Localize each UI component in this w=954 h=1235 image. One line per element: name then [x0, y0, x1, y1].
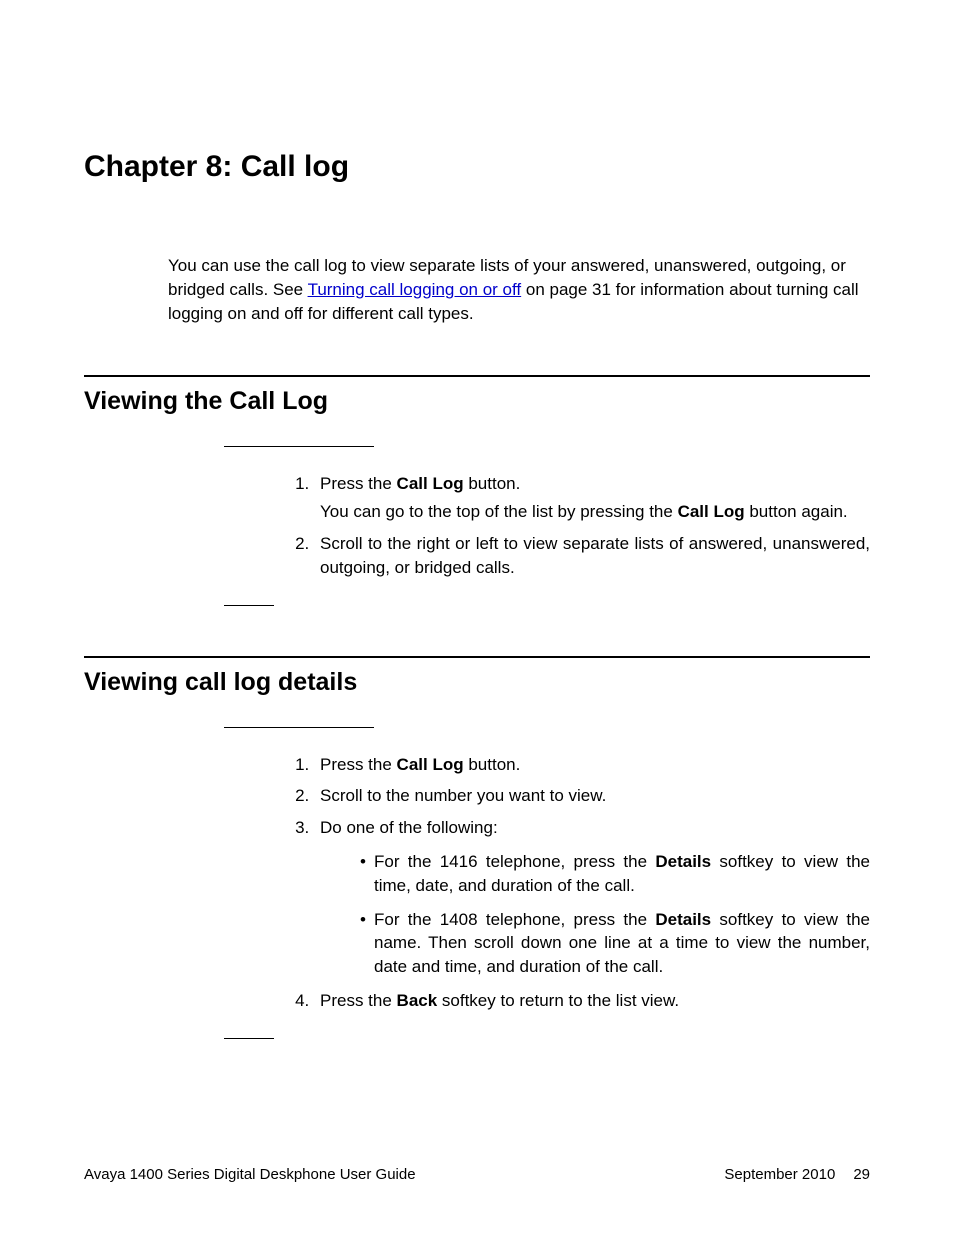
bullet-text: For the 1408 telephone, press the — [374, 910, 655, 929]
procedure-rule-bottom — [224, 1038, 274, 1039]
step-text: button. — [464, 755, 521, 774]
bold-details: Details — [655, 910, 711, 929]
step-2: Scroll to the number you want to view. — [314, 784, 870, 808]
step-text: Press the — [320, 474, 397, 493]
bold-details: Details — [655, 852, 711, 871]
chapter-title: Chapter 8: Call log — [84, 150, 870, 184]
bullet-item: For the 1408 telephone, press the Detail… — [360, 908, 870, 979]
footer-doc-title: Avaya 1400 Series Digital Deskphone User… — [84, 1166, 416, 1183]
step-4: Press the Back softkey to return to the … — [314, 989, 870, 1013]
procedure-rule-bottom — [224, 605, 274, 606]
step-1: Press the Call Log button. You can go to… — [314, 472, 870, 524]
step-text: Press the — [320, 755, 397, 774]
procedure-rule-top — [224, 446, 374, 447]
step-text: button. — [464, 474, 521, 493]
section-title-viewing-details: Viewing call log details — [84, 668, 870, 697]
procedure-rule-top — [224, 727, 374, 728]
bullet-item: For the 1416 telephone, press the Detail… — [360, 850, 870, 898]
step-2: Scroll to the right or left to view sepa… — [314, 532, 870, 580]
intro-paragraph: You can use the call log to view separat… — [168, 254, 870, 325]
bold-call-log: Call Log — [678, 502, 745, 521]
bullet-list: For the 1416 telephone, press the Detail… — [320, 850, 870, 979]
step-1: Press the Call Log button. — [314, 753, 870, 777]
step-text: You can go to the top of the list by pre… — [320, 502, 678, 521]
bold-call-log: Call Log — [397, 474, 464, 493]
footer-page-number: 29 — [853, 1166, 870, 1183]
bold-back: Back — [397, 991, 438, 1010]
bullet-text: For the 1416 telephone, press the — [374, 852, 655, 871]
step-3: Do one of the following: For the 1416 te… — [314, 816, 870, 979]
step-text: softkey to return to the list view. — [437, 991, 679, 1010]
steps-viewing-details: Press the Call Log button. Scroll to the… — [224, 753, 870, 1013]
step-subtext: You can go to the top of the list by pre… — [320, 500, 870, 524]
step-text: Do one of the following: — [320, 818, 498, 837]
step-text: button again. — [745, 502, 848, 521]
link-turning-call-logging[interactable]: Turning call logging on or off — [308, 280, 522, 299]
section-title-viewing-call-log: Viewing the Call Log — [84, 387, 870, 416]
section-divider — [84, 656, 870, 658]
steps-viewing-call-log: Press the Call Log button. You can go to… — [224, 472, 870, 579]
bold-call-log: Call Log — [397, 755, 464, 774]
footer-date: September 2010 — [724, 1166, 835, 1183]
step-text: Press the — [320, 991, 397, 1010]
page-footer: Avaya 1400 Series Digital Deskphone User… — [84, 1166, 870, 1183]
section-divider — [84, 375, 870, 377]
